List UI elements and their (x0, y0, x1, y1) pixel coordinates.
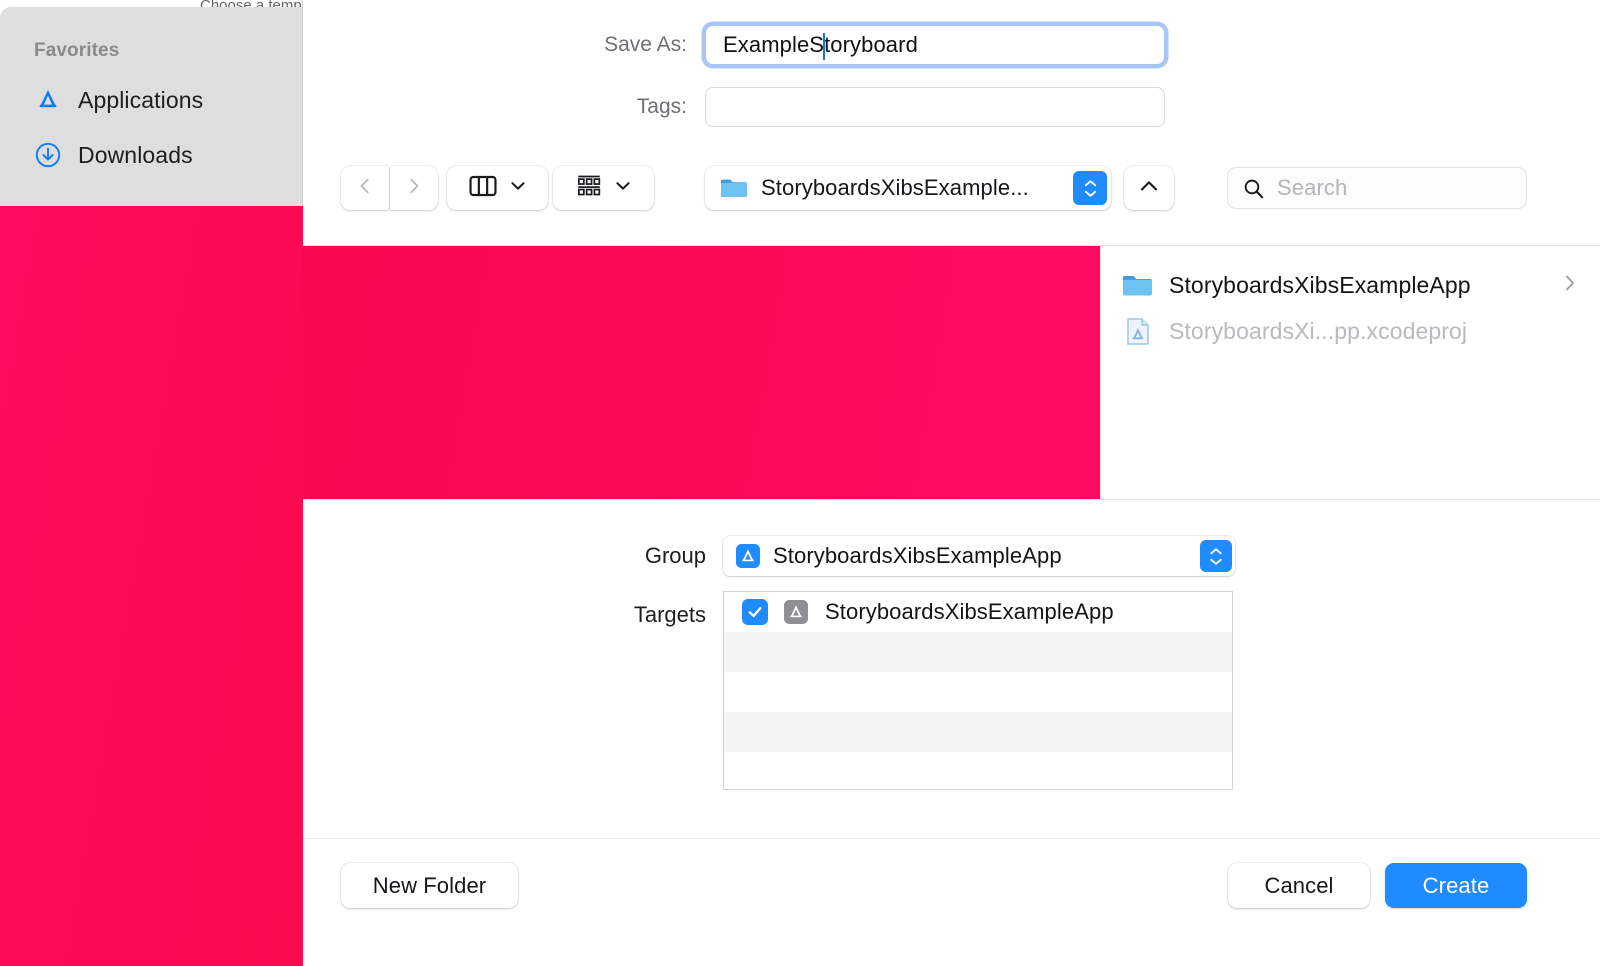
chevron-right-icon (403, 175, 425, 202)
cancel-button[interactable]: Cancel (1228, 863, 1370, 908)
targets-list[interactable]: StoryboardsXibsExampleApp (723, 591, 1233, 790)
search-input[interactable]: Search (1227, 167, 1527, 209)
target-empty-row (724, 752, 1232, 790)
column-view-button[interactable] (447, 166, 548, 210)
target-name: StoryboardsXibsExampleApp (825, 599, 1114, 625)
file-row[interactable]: StoryboardsXibsExampleApp (1101, 262, 1600, 308)
sidebar-item-label: Downloads (78, 142, 193, 169)
footer-bar: New Folder Cancel Create (303, 839, 1600, 966)
location-stepper[interactable] (1073, 171, 1107, 205)
app-icon (735, 543, 761, 569)
targets-row: Targets Storyboar (303, 591, 1233, 790)
search-placeholder: Search (1277, 175, 1347, 201)
target-checkbox[interactable] (742, 599, 768, 625)
target-empty-row (724, 632, 1232, 672)
chevron-right-icon (1562, 272, 1578, 299)
group-value: StoryboardsXibsExampleApp (773, 543, 1062, 569)
back-button[interactable] (341, 166, 389, 210)
tags-input[interactable] (705, 87, 1165, 127)
tags-row: Tags: (303, 87, 1165, 127)
gallery-view-icon (575, 173, 603, 204)
group-popup-button[interactable]: StoryboardsXibsExampleApp (723, 536, 1235, 576)
preview-pane (303, 246, 1100, 499)
target-list-item[interactable]: StoryboardsXibsExampleApp (724, 592, 1232, 632)
group-label: Group (303, 543, 723, 569)
create-button[interactable]: Create (1385, 863, 1527, 908)
sidebar-section-title: Favorites (34, 40, 119, 62)
folder-icon (1121, 269, 1154, 302)
navigation-toolbar: StoryboardsXibsExample... (303, 165, 1600, 215)
file-browser: StoryboardsXibsExampleApp (303, 245, 1600, 500)
location-label: StoryboardsXibsExample... (761, 175, 1029, 201)
group-stepper[interactable] (1200, 540, 1232, 572)
file-name: StoryboardsXibsExampleApp (1169, 272, 1471, 299)
xcodeproj-icon (1121, 315, 1154, 348)
chevron-down-icon (614, 177, 632, 200)
search-icon (1242, 177, 1265, 200)
sidebar-item-applications[interactable]: Applications (34, 83, 203, 117)
go-up-button[interactable] (1124, 166, 1174, 210)
target-empty-row (724, 712, 1232, 752)
sidebar: Favorites Applications Downloads (0, 7, 303, 206)
save-dialog-screen: Choose a template for your new file: Fav… (0, 0, 1600, 966)
downloads-icon (34, 141, 62, 169)
sidebar-item-label: Applications (78, 87, 203, 114)
background-magenta-canvas (0, 205, 304, 966)
applications-icon (34, 86, 62, 114)
location-popup-button[interactable]: StoryboardsXibsExample... (705, 166, 1111, 210)
save-sheet: Save As: ExampleStoryboard Tags: (303, 0, 1600, 966)
forward-button[interactable] (390, 166, 438, 210)
app-icon (783, 599, 809, 625)
targets-label: Targets (303, 591, 723, 628)
chevron-left-icon (354, 175, 376, 202)
file-name: StoryboardsXi...pp.xcodeproj (1169, 318, 1467, 345)
save-as-label: Save As: (303, 33, 705, 57)
file-row[interactable]: StoryboardsXi...pp.xcodeproj (1101, 308, 1600, 354)
save-as-input[interactable]: ExampleStoryboard (705, 25, 1165, 65)
chevron-up-icon (1137, 176, 1161, 201)
target-empty-row (724, 672, 1232, 712)
new-folder-button[interactable]: New Folder (341, 863, 518, 908)
column-view-icon (468, 173, 498, 204)
folder-icon (719, 173, 749, 203)
save-as-row: Save As: ExampleStoryboard (303, 25, 1165, 65)
save-as-value: ExampleStoryboard (706, 32, 918, 58)
gallery-view-button[interactable] (553, 166, 654, 210)
tags-label: Tags: (303, 95, 705, 119)
chevron-down-icon (509, 177, 527, 200)
group-row: Group StoryboardsXibsExampleApp (303, 536, 1235, 576)
file-list-column[interactable]: StoryboardsXibsExampleApp (1100, 246, 1600, 499)
text-cursor (823, 33, 825, 60)
sidebar-item-downloads[interactable]: Downloads (34, 138, 193, 172)
